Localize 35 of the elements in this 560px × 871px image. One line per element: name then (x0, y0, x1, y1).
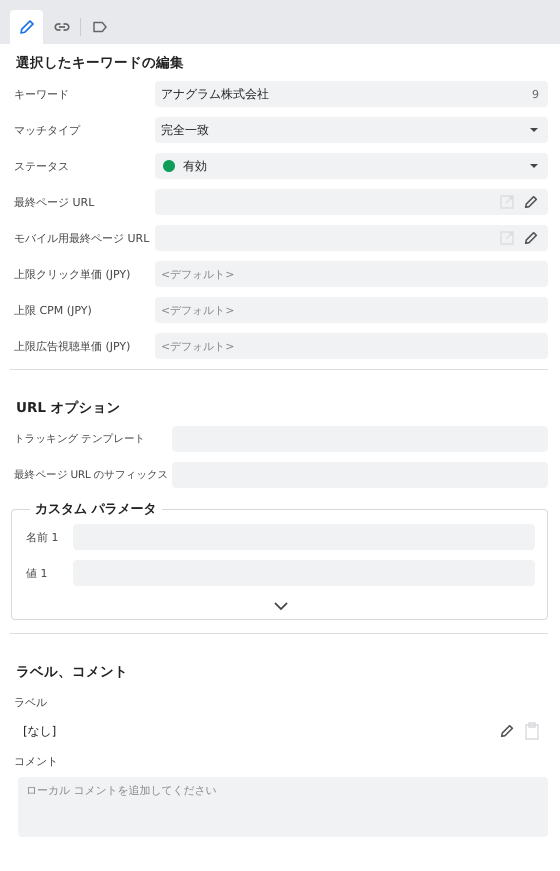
pencil-icon[interactable] (523, 230, 539, 246)
field-label: 上限クリック単価 (JPY) (14, 266, 132, 282)
label-value: [なし] (23, 722, 58, 740)
section-title: 選択したキーワードの編集 (16, 54, 185, 72)
field-label: キーワード (14, 86, 70, 102)
pencil-icon[interactable] (499, 723, 515, 739)
field-label: 上限 CPM (JPY) (14, 302, 93, 318)
input-field[interactable] (155, 225, 548, 251)
comment-field[interactable]: ローカル コメントを追加してください (18, 777, 548, 837)
select-field[interactable]: 有効 (155, 153, 548, 179)
dropdown-icon (529, 163, 539, 169)
field-label: 最終ページ URL (14, 194, 96, 210)
field-label: 最終ページ URL のサフィックス (14, 468, 170, 482)
tab[interactable] (10, 10, 43, 44)
pencil-icon (18, 18, 36, 36)
field-label: ラベル (14, 695, 48, 710)
field-label: ステータス (14, 158, 70, 174)
field-label: コメント (14, 754, 59, 769)
section-title: URL オプション (16, 399, 122, 417)
field-label: マッチタイプ (14, 122, 82, 138)
field-label: 値 1 (26, 566, 48, 580)
field-label: トラッキング テンプレート (14, 432, 146, 446)
section-title: ラベル、コメント (16, 663, 129, 681)
select-field[interactable]: 完全一致 (155, 117, 548, 143)
field-label: 上限広告視聴単価 (JPY) (14, 338, 132, 354)
panel-title: カスタム パラメータ (34, 501, 158, 518)
chevron-down-icon[interactable] (274, 602, 288, 611)
dropdown-icon (529, 127, 539, 133)
character-count: 9 (532, 88, 539, 100)
field-label: 名前 1 (26, 530, 60, 544)
clipboard-icon[interactable] (524, 722, 540, 740)
field-label: モバイル用最終ページ URL (14, 230, 150, 246)
input-field[interactable]: アナグラム株式会社 9 (155, 81, 548, 107)
pencil-icon[interactable] (523, 194, 539, 210)
input-field[interactable] (155, 189, 548, 215)
